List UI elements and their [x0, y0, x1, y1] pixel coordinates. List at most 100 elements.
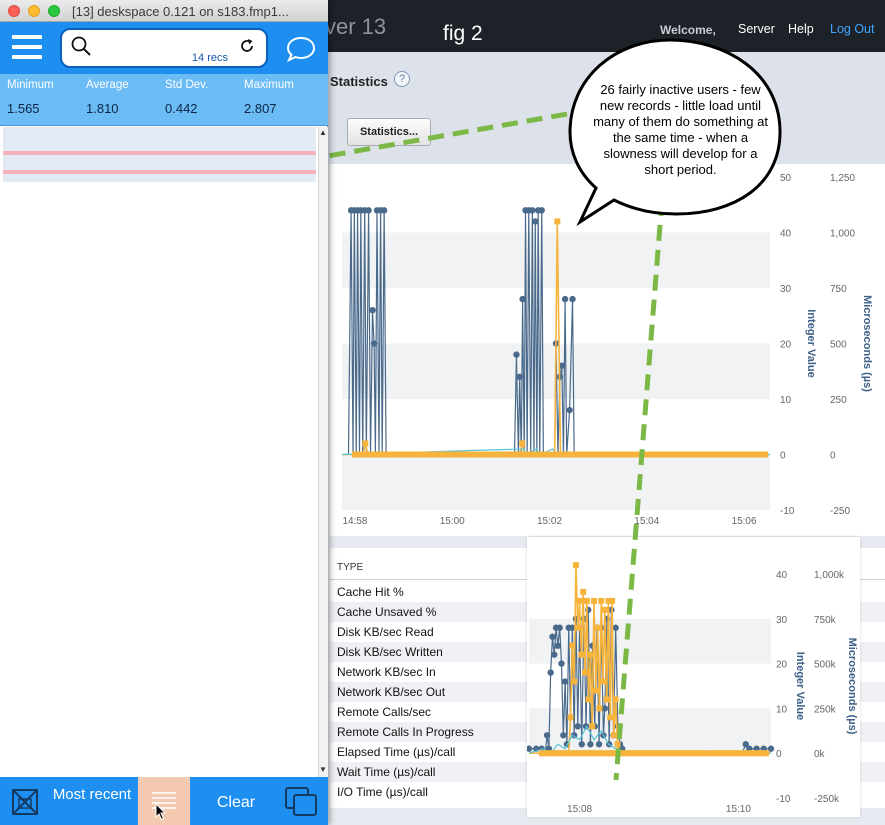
y-tick-label: 30	[776, 615, 788, 626]
filemaker-window: [13] deskspace 0.121 on s183.fmp1... 14 …	[0, 0, 328, 825]
search-icon	[71, 36, 91, 56]
y-tick-label: 10	[776, 704, 788, 715]
data-point	[532, 218, 539, 225]
y-right-tick-label: -250	[830, 506, 850, 517]
data-point	[543, 732, 551, 739]
y-right-axis-label: Microseconds (µs)	[846, 638, 858, 735]
stat-header-maximum: Maximum	[244, 79, 294, 91]
data-point	[567, 714, 574, 721]
stat-value-minimum: 1.565	[7, 101, 40, 116]
data-point	[561, 295, 569, 303]
data-point	[587, 651, 594, 658]
data-point	[614, 741, 621, 748]
data-point	[598, 597, 605, 604]
help-icon[interactable]: ?	[394, 71, 410, 87]
stat-value-maximum: 2.807	[244, 101, 277, 116]
chart-threshold-line	[3, 151, 316, 155]
stat-header-average: Average	[86, 79, 129, 91]
data-point	[587, 741, 594, 748]
data-point	[569, 642, 576, 649]
y-tick-label: 40	[776, 570, 788, 581]
data-point	[592, 687, 599, 694]
data-point	[513, 351, 520, 358]
cursor-icon	[155, 803, 167, 821]
data-point	[519, 295, 526, 303]
footer-bar: Most recent Clear	[0, 777, 328, 825]
nav-server[interactable]: Server	[738, 22, 775, 36]
data-point	[603, 696, 610, 703]
data-point	[594, 624, 601, 631]
refresh-icon[interactable]	[238, 37, 256, 55]
data-point	[566, 406, 573, 414]
list-view-button[interactable]	[138, 777, 190, 825]
data-point	[589, 723, 596, 730]
chart-threshold-line	[3, 170, 316, 174]
data-point	[365, 207, 372, 214]
data-point	[538, 207, 545, 214]
x-tick-label: 15:08	[567, 804, 592, 815]
data-point	[529, 207, 536, 214]
zoom-window-button[interactable]	[48, 5, 60, 17]
y-right-axis-label: Microseconds (µs)	[861, 295, 873, 392]
duplicate-windows-icon[interactable]	[284, 786, 320, 818]
data-point	[554, 642, 562, 649]
data-point	[610, 732, 617, 739]
data-point	[574, 723, 581, 730]
chat-bubble-icon[interactable]	[286, 36, 316, 62]
x-tick-label: 15:04	[634, 516, 659, 527]
nav-logout[interactable]: Log Out	[830, 22, 874, 36]
x-tick-label: 15:00	[440, 516, 465, 527]
scrollbar[interactable]	[318, 127, 328, 777]
clear-button[interactable]: Clear	[208, 794, 264, 812]
y-right-tick-label: 500k	[814, 660, 837, 671]
no-image-icon[interactable]	[10, 787, 42, 817]
scroll-down-arrow-icon[interactable]: ▼	[318, 765, 328, 775]
x-tick-label: 15:10	[726, 804, 751, 815]
page-title: Statistics	[330, 74, 388, 89]
welcome-text: Welcome,	[660, 23, 716, 37]
data-point	[554, 218, 561, 225]
close-window-button[interactable]	[8, 5, 20, 17]
data-point	[581, 669, 588, 676]
fig-label: fig 2	[443, 22, 483, 45]
y-right-tick-label: 500	[830, 340, 847, 351]
y-axis-label: Integer Value	[794, 652, 806, 720]
statistics-button[interactable]: Statistics...	[347, 118, 431, 146]
y-tick-label: 40	[780, 229, 792, 240]
screen: ver 13 fig 2 Welcome, Server Help Log Ou…	[0, 0, 885, 825]
y-tick-label: 10	[780, 395, 792, 406]
y-right-tick-label: 1,000	[830, 229, 855, 240]
window-titlebar[interactable]: [13] deskspace 0.121 on s183.fmp1...	[0, 0, 328, 22]
record-count: 14 recs	[191, 52, 228, 64]
data-point	[547, 669, 554, 676]
data-point	[583, 597, 590, 604]
data-point	[612, 624, 619, 631]
data-point	[580, 588, 587, 595]
data-point	[600, 678, 607, 685]
x-tick-label: 14:58	[342, 516, 367, 527]
chart-band	[529, 618, 771, 664]
console-brand: ver 13	[325, 14, 387, 39]
x-tick-label: 15:06	[732, 516, 757, 527]
scroll-up-arrow-icon[interactable]: ▲	[318, 128, 328, 138]
hamburger-icon[interactable]	[12, 35, 42, 61]
y-right-tick-label: 0k	[814, 749, 826, 760]
data-point	[578, 741, 585, 748]
y-tick-label: 20	[780, 340, 792, 351]
y-tick-label: 30	[780, 284, 792, 295]
y-right-tick-label: 1,250	[830, 173, 855, 184]
data-point	[595, 741, 603, 748]
y-tick-label: 20	[776, 660, 788, 671]
data-point	[569, 295, 576, 303]
nav-help[interactable]: Help	[788, 22, 814, 36]
data-point	[560, 732, 567, 739]
minimize-window-button[interactable]	[28, 5, 40, 17]
data-point	[612, 696, 619, 703]
data-point	[596, 705, 603, 712]
most-recent-button[interactable]: Most recent	[46, 786, 138, 803]
data-point	[551, 651, 558, 658]
data-point	[591, 597, 598, 604]
record-list[interactable]	[0, 127, 318, 777]
search-input[interactable]: 14 recs	[60, 28, 268, 68]
y-right-tick-label: 750k	[814, 615, 837, 626]
